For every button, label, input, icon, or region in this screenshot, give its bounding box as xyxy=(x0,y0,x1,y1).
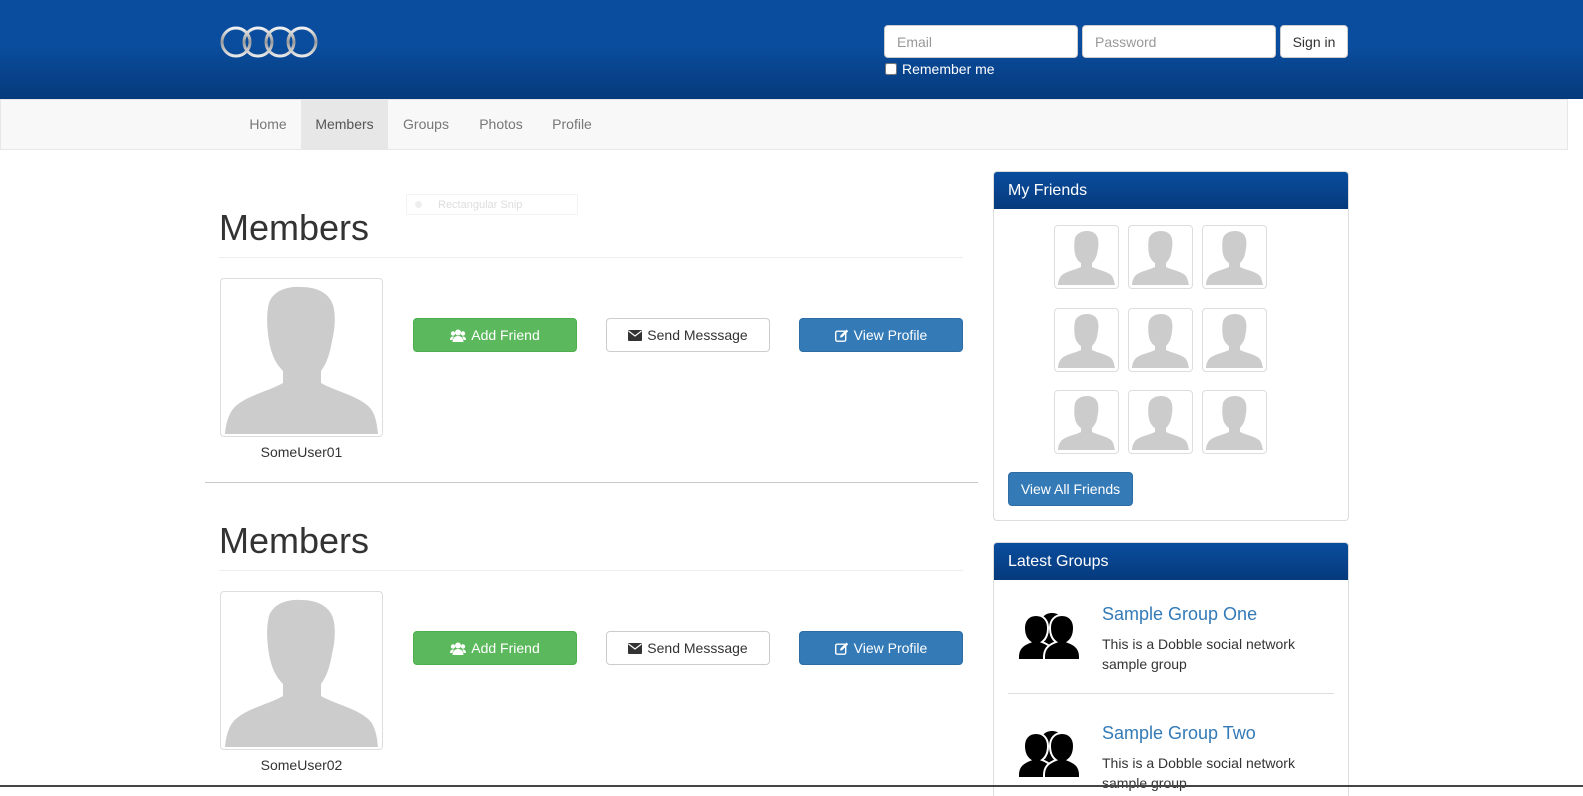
friend-thumbnail[interactable] xyxy=(1128,390,1193,454)
user-silhouette-icon xyxy=(1058,231,1115,285)
view-profile-label: View Profile xyxy=(853,327,928,343)
heading-divider xyxy=(219,570,963,571)
friend-thumbnail[interactable] xyxy=(1202,225,1267,289)
nav-item-profile[interactable]: Profile xyxy=(538,100,606,149)
nav-item-home[interactable]: Home xyxy=(235,100,301,149)
users-icon xyxy=(450,329,467,342)
section-title: Members xyxy=(219,520,370,561)
add-friend-button[interactable]: Add Friend xyxy=(413,318,577,352)
user-silhouette-icon xyxy=(1058,314,1115,368)
group-silhouette-icon[interactable] xyxy=(1016,609,1082,661)
add-friend-button[interactable]: Add Friend xyxy=(413,631,577,665)
view-profile-button[interactable]: View Profile xyxy=(799,318,963,352)
friend-thumbnail[interactable] xyxy=(1128,308,1193,372)
add-friend-label: Add Friend xyxy=(471,327,540,343)
edit-icon xyxy=(834,642,848,655)
four-rings-logo-icon[interactable] xyxy=(220,24,318,60)
user-silhouette-icon xyxy=(1206,396,1263,450)
friend-thumbnail[interactable] xyxy=(1202,308,1267,372)
member-avatar[interactable] xyxy=(220,591,383,750)
send-message-label: Send Messsage xyxy=(647,327,748,343)
friend-thumbnail[interactable] xyxy=(1054,308,1119,372)
edit-icon xyxy=(834,329,848,342)
friend-thumbnail[interactable] xyxy=(1054,390,1119,454)
member-avatar[interactable] xyxy=(220,278,383,437)
sign-in-button[interactable]: Sign in xyxy=(1280,25,1348,58)
group-description: This is a Dobble social network sample g… xyxy=(1102,755,1295,791)
view-profile-button[interactable]: View Profile xyxy=(799,631,963,665)
add-friend-label: Add Friend xyxy=(471,640,540,656)
user-silhouette-icon xyxy=(1132,314,1189,368)
envelope-icon xyxy=(628,642,643,654)
group-silhouette-icon[interactable] xyxy=(1016,727,1082,779)
user-silhouette-icon xyxy=(225,286,378,434)
friend-thumbnail[interactable] xyxy=(1202,390,1267,454)
email-input[interactable] xyxy=(884,25,1078,58)
group-title[interactable]: Sample Group One xyxy=(1102,604,1257,625)
remember-me-label: Remember me xyxy=(902,61,995,77)
nav-item-photos[interactable]: Photos xyxy=(464,100,538,149)
users-icon xyxy=(450,642,467,655)
view-all-friends-button[interactable]: View All Friends xyxy=(1008,472,1133,506)
send-message-button[interactable]: Send Messsage xyxy=(606,318,770,352)
site-header: Sign in Remember me xyxy=(0,0,1583,99)
latest-groups-panel: Latest Groups Sample Group One This is a… xyxy=(993,542,1349,796)
user-silhouette-icon xyxy=(1132,231,1189,285)
send-message-button[interactable]: Send Messsage xyxy=(606,631,770,665)
password-input[interactable] xyxy=(1082,25,1276,58)
my-friends-panel: My Friends View All Friends xyxy=(993,171,1349,521)
envelope-icon xyxy=(628,329,643,341)
group-divider xyxy=(1008,693,1334,694)
nav-item-members[interactable]: Members xyxy=(301,100,388,149)
heading-divider xyxy=(219,257,963,258)
nav-item-groups[interactable]: Groups xyxy=(388,100,464,149)
user-silhouette-icon xyxy=(1132,396,1189,450)
friend-thumbnail[interactable] xyxy=(1128,225,1193,289)
remember-me-checkbox[interactable] xyxy=(885,63,897,75)
view-profile-label: View Profile xyxy=(853,640,928,656)
main-navbar: Home Members Groups Photos Profile xyxy=(0,99,1568,150)
user-silhouette-icon xyxy=(225,599,378,747)
group-title[interactable]: Sample Group Two xyxy=(1102,723,1256,744)
friend-thumbnail[interactable] xyxy=(1054,225,1119,289)
my-friends-title: My Friends xyxy=(994,172,1348,209)
remember-me[interactable]: Remember me xyxy=(884,61,995,77)
page-title: Members xyxy=(219,207,370,248)
member-username[interactable]: SomeUser01 xyxy=(220,444,383,460)
latest-groups-title: Latest Groups xyxy=(994,543,1348,580)
section-divider xyxy=(205,482,978,483)
user-silhouette-icon xyxy=(1206,314,1263,368)
snip-tool-overlay: Rectangular Snip xyxy=(406,194,578,215)
send-message-label: Send Messsage xyxy=(647,640,748,656)
user-silhouette-icon xyxy=(1058,396,1115,450)
window-bottom-edge xyxy=(0,785,1583,787)
member-username[interactable]: SomeUser02 xyxy=(220,757,383,773)
user-silhouette-icon xyxy=(1206,231,1263,285)
group-description: This is a Dobble social network sample g… xyxy=(1102,636,1295,672)
